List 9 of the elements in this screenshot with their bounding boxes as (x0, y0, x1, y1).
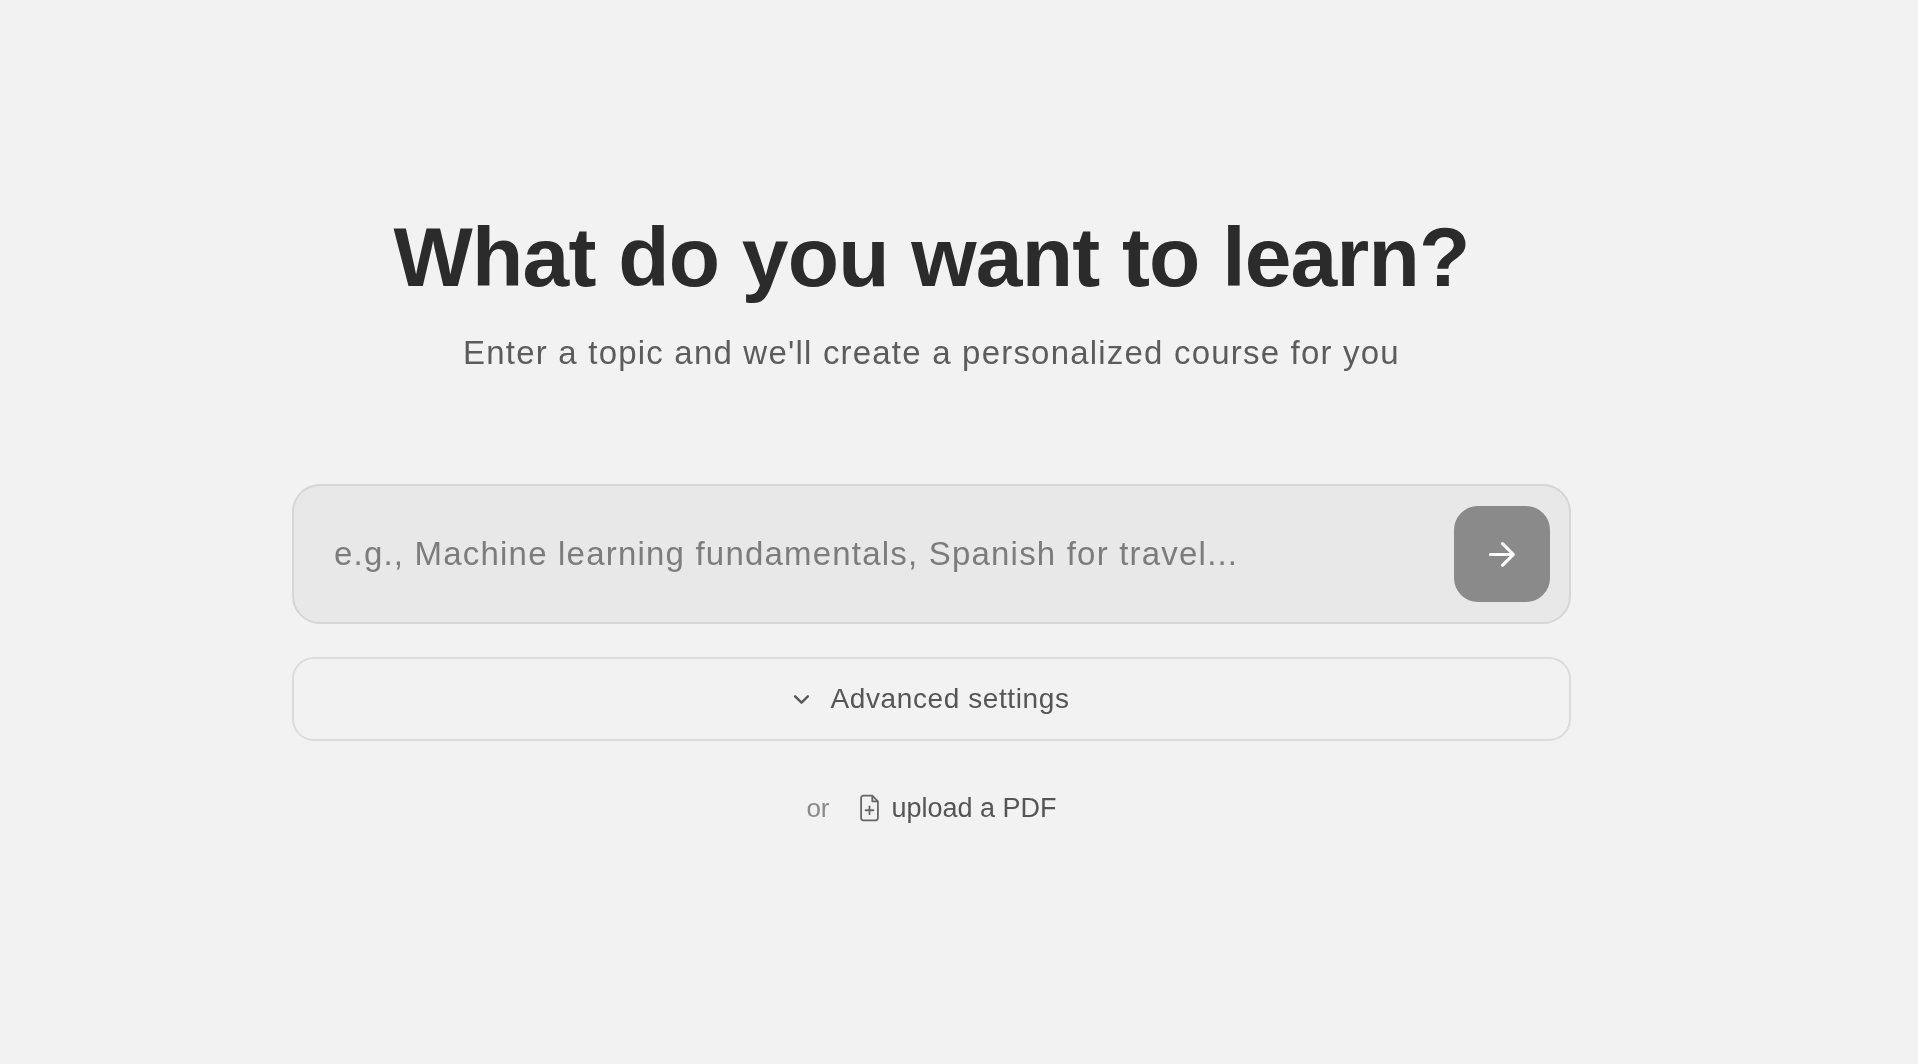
or-text: or (806, 792, 830, 825)
file-plus-icon (857, 794, 881, 822)
upload-pdf-link[interactable]: upload a PDF (857, 791, 1057, 825)
topic-input-field[interactable]: e.g., Machine learning fundamentals, Spanish for travel... (292, 484, 1571, 624)
advanced-settings-button[interactable]: Advanced settings (292, 657, 1571, 741)
arrow-right-icon (1487, 540, 1517, 568)
page-heading: What do you want to learn? (393, 209, 1470, 306)
page-subheading: Enter a topic and we'll create a personalized course for you (463, 333, 1400, 373)
chevron-down-icon (793, 693, 811, 705)
